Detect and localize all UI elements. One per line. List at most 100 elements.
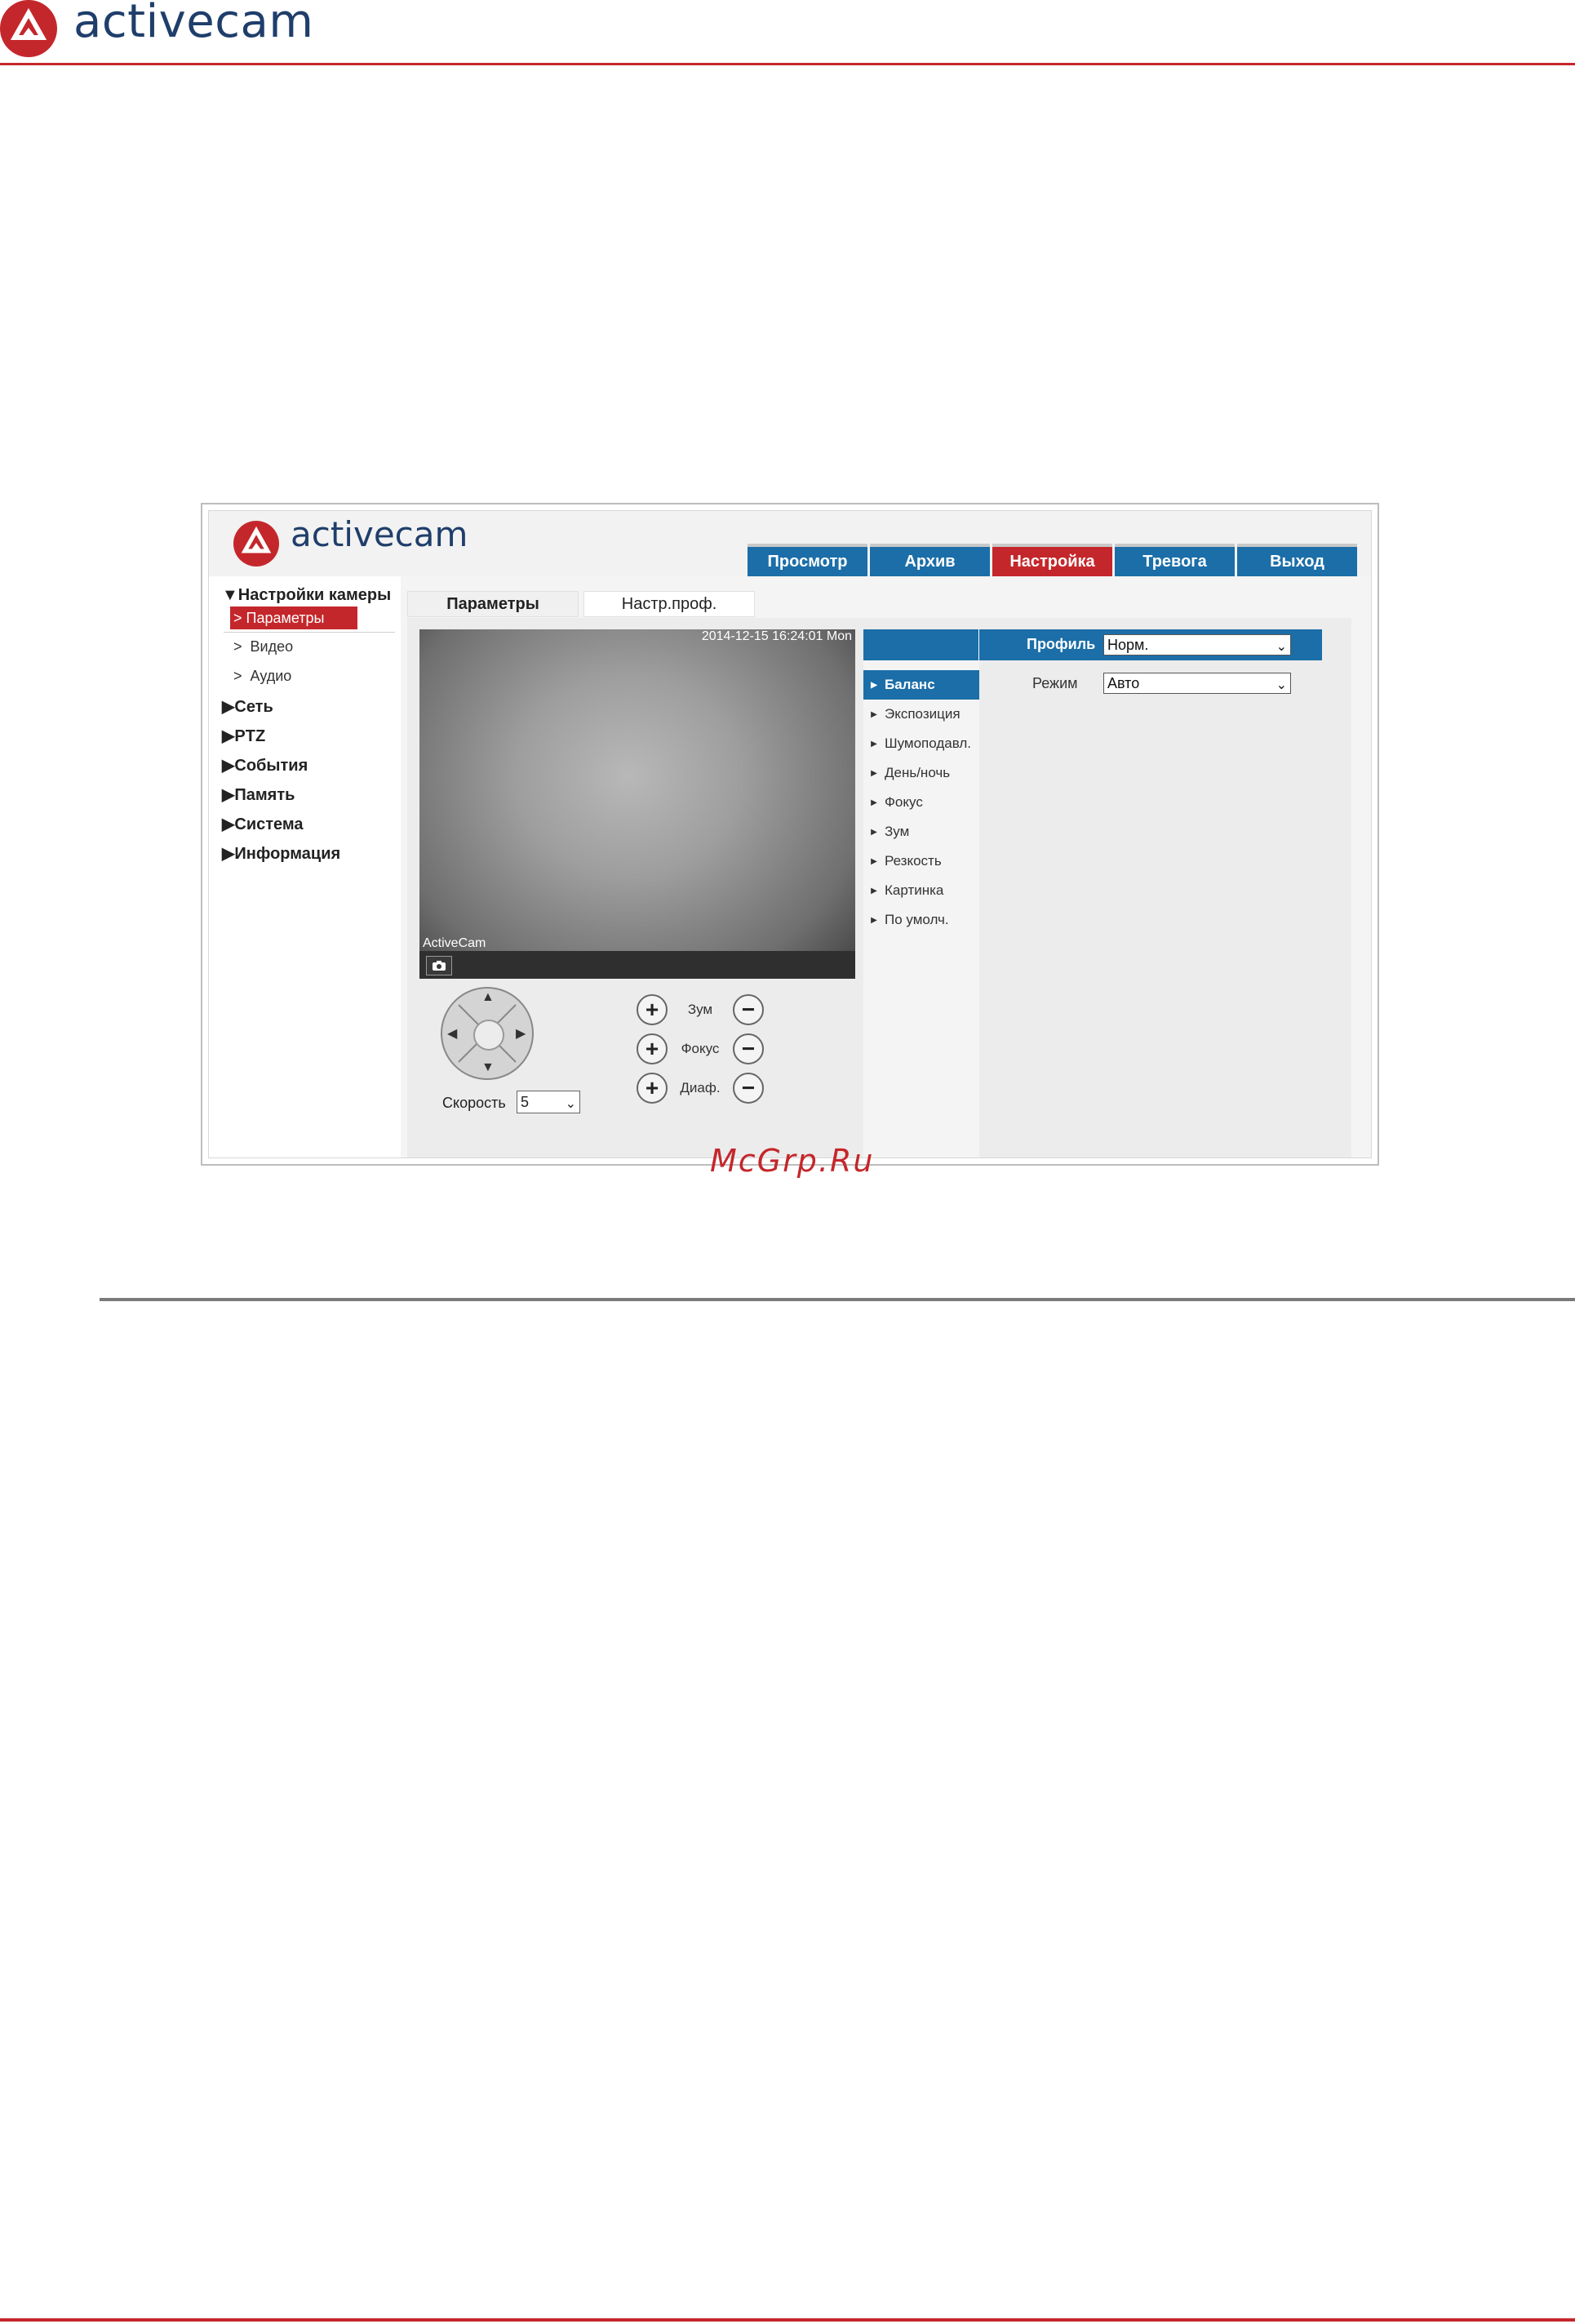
sidebar-item-label: Аудио: [250, 668, 292, 684]
snapshot-icon[interactable]: [426, 956, 452, 975]
sidebar-ptz[interactable]: ▶PTZ: [222, 726, 265, 746]
arrow-left-icon[interactable]: ◀: [447, 1025, 457, 1042]
menu-item-sharpness[interactable]: ▶ Резкость: [863, 847, 979, 876]
menu-item-zoom[interactable]: ▶ Зум: [863, 817, 979, 847]
menu-item-label: Зум: [885, 824, 910, 839]
activecam-logo-icon: [0, 0, 57, 57]
menu-item-label: Резкость: [885, 853, 942, 869]
menu-item-focus[interactable]: ▶ Фокус: [863, 788, 979, 817]
menu-item-balance[interactable]: ▶ Баланс: [863, 670, 979, 700]
sidebar-item-label: Видео: [250, 638, 294, 655]
arrow-up-icon[interactable]: ▲: [481, 990, 495, 1005]
menu-item-label: День/ночь: [885, 765, 951, 780]
sidebar-divider: [224, 632, 395, 633]
focus-label: Фокус: [681, 1041, 720, 1056]
iris-label: Диаф.: [680, 1080, 721, 1095]
speed-select[interactable]: 5 ⌄: [517, 1091, 580, 1113]
menu-item-label: Шумоподавл.: [885, 735, 971, 751]
menu-item-day-night[interactable]: ▶ День/ночь: [863, 758, 979, 788]
caret-right-icon: ▶: [871, 680, 877, 690]
brand-name: activecam: [73, 0, 314, 48]
nav-tab-logout[interactable]: Выход: [1237, 544, 1357, 576]
menu-item-label: По умолч.: [885, 912, 949, 927]
caret-right-icon: ▶: [871, 827, 877, 837]
mode-select[interactable]: Авто ⌄: [1103, 673, 1291, 694]
mode-value: Авто: [1107, 675, 1140, 691]
caret-right-icon: ▶: [871, 709, 877, 719]
ptz-direction-pad[interactable]: ▲ ▼ ◀ ▶: [441, 987, 534, 1080]
menu-item-label: Баланс: [885, 677, 935, 692]
sidebar: ▼Настройки камеры > Параметры > Видео > …: [209, 576, 401, 1158]
video-toolbar: [419, 951, 855, 979]
iris-close-button[interactable]: −: [733, 1073, 764, 1104]
tab-parameters[interactable]: Параметры: [407, 591, 579, 617]
settings-subtabs: Параметры Настр.проф.: [407, 591, 755, 617]
zoom-out-button[interactable]: −: [733, 994, 764, 1025]
sidebar-events[interactable]: ▶События: [222, 755, 308, 775]
caret-right-icon: ▶: [871, 886, 877, 895]
caret-right-icon: ▶: [871, 915, 877, 925]
sidebar-information[interactable]: ▶Информация: [222, 843, 340, 864]
profile-bar: Профиль Норм. ⌄: [863, 629, 1322, 660]
sidebar-item-parameters[interactable]: > Параметры: [230, 607, 357, 629]
menu-item-noise-reduction[interactable]: ▶ Шумоподавл.: [863, 729, 979, 758]
caret-right-icon: ▶: [871, 798, 877, 807]
app-logo-icon: [233, 521, 279, 567]
menu-item-defaults[interactable]: ▶ По умолч.: [863, 905, 979, 935]
caret-right-icon: ▶: [871, 739, 877, 749]
chevron-down-icon: ⌄: [1276, 640, 1287, 654]
arrow-right-icon[interactable]: ▶: [516, 1025, 526, 1042]
profile-value: Норм.: [1107, 637, 1149, 653]
profile-select[interactable]: Норм. ⌄: [1103, 634, 1291, 655]
focus-control: + Фокус −: [637, 1033, 764, 1064]
mode-label: Режим: [1032, 675, 1078, 691]
menu-item-picture[interactable]: ▶ Картинка: [863, 876, 979, 905]
sidebar-camera-settings[interactable]: ▼Настройки камеры: [222, 586, 391, 605]
profile-label: Профиль: [1027, 636, 1096, 652]
footer-divider: [0, 2318, 1575, 2322]
sidebar-item-label: Параметры: [246, 610, 325, 626]
camera-web-ui-screenshot: activecam Просмотр Архив Настройка Трево…: [201, 503, 1379, 1166]
focus-near-button[interactable]: +: [637, 1033, 668, 1064]
nav-tab-archive[interactable]: Архив: [870, 544, 990, 576]
chevron-down-icon: ⌄: [1276, 678, 1287, 692]
ptz-center-button[interactable]: [473, 1020, 504, 1051]
settings-content: 2014-12-15 16:24:01 Mon ActiveCam ▲ ▼ ◀ …: [407, 618, 1351, 1158]
menu-item-label: Картинка: [885, 882, 944, 898]
chevron-down-icon: ⌄: [565, 1097, 576, 1111]
profile-bar-divider: [978, 629, 979, 660]
sidebar-item-video[interactable]: > Видео: [233, 638, 293, 655]
watermark: McGrp.Ru: [710, 1143, 875, 1179]
arrow-down-icon[interactable]: ▼: [481, 1060, 495, 1075]
zoom-in-button[interactable]: +: [637, 994, 668, 1025]
tab-profile-settings[interactable]: Настр.проф.: [583, 591, 755, 617]
camera-web-ui: activecam Просмотр Архив Настройка Трево…: [208, 510, 1372, 1158]
caret-right-icon: ▶: [871, 856, 877, 866]
main-nav: Просмотр Архив Настройка Тревога Выход: [748, 544, 1357, 576]
iris-control: + Диаф. −: [637, 1073, 764, 1104]
menu-item-label: Экспозиция: [885, 706, 961, 722]
app-header: activecam Просмотр Архив Настройка Трево…: [209, 511, 1371, 576]
sidebar-network[interactable]: ▶Сеть: [222, 696, 273, 717]
zoom-label: Зум: [687, 1002, 713, 1017]
zoom-control: + Зум −: [637, 994, 764, 1025]
osd-camera-name: ActiveCam: [423, 936, 486, 950]
iris-open-button[interactable]: +: [637, 1073, 668, 1104]
header-divider: [0, 63, 1575, 65]
focus-far-button[interactable]: −: [733, 1033, 764, 1064]
sidebar-item-audio[interactable]: > Аудио: [233, 668, 291, 685]
speed-value: 5: [521, 1094, 530, 1110]
menu-item-label: Фокус: [885, 794, 923, 810]
image-settings-menu: ▶ Баланс ▶ Экспозиция ▶ Шумоподавл. ▶ День/н…: [863, 629, 979, 1158]
speed-label: Скорость: [442, 1095, 506, 1111]
nav-tab-view[interactable]: Просмотр: [748, 544, 867, 576]
section-divider: [100, 1298, 1575, 1301]
nav-tab-alarm[interactable]: Тревога: [1115, 544, 1235, 576]
sidebar-storage[interactable]: ▶Память: [222, 784, 295, 805]
nav-tab-settings[interactable]: Настройка: [992, 544, 1112, 576]
app-brand-name: activecam: [291, 514, 468, 554]
caret-right-icon: ▶: [871, 768, 877, 778]
live-video: 2014-12-15 16:24:01 Mon ActiveCam: [419, 629, 855, 979]
sidebar-system[interactable]: ▶Система: [222, 814, 304, 834]
menu-item-exposure[interactable]: ▶ Экспозиция: [863, 700, 979, 729]
